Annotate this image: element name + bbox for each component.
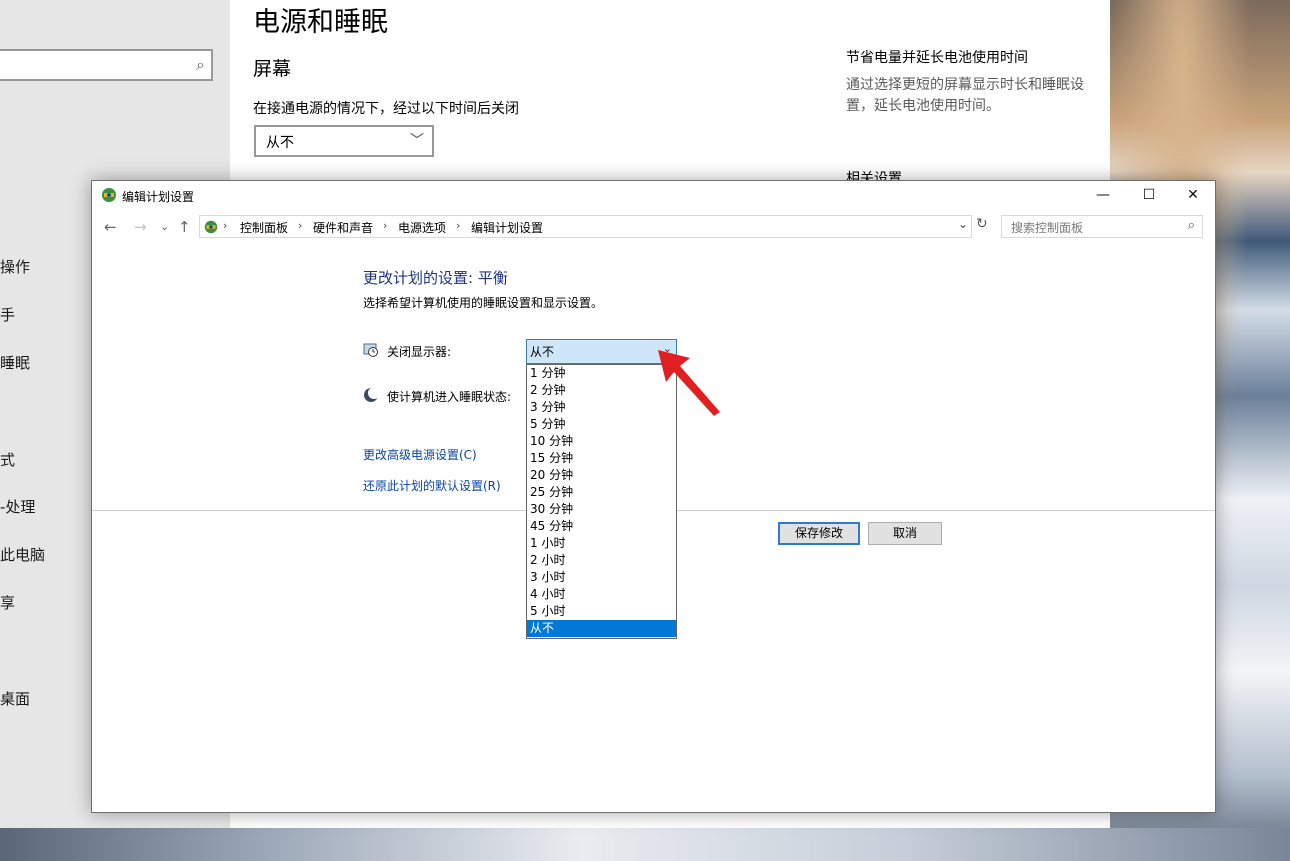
display-off-combobox-value: 从不 bbox=[530, 345, 555, 359]
dropdown-option[interactable]: 3 小时 bbox=[527, 569, 676, 586]
plugged-in-select[interactable]: 从不 ﹀ bbox=[254, 125, 434, 157]
display-clock-icon bbox=[363, 343, 378, 357]
dropdown-option[interactable]: 30 分钟 bbox=[527, 501, 676, 518]
recent-locations-chevron-icon[interactable]: ⌄ bbox=[160, 220, 169, 233]
dropdown-option[interactable]: 15 分钟 bbox=[527, 450, 676, 467]
breadcrumb-separator-icon: › bbox=[298, 219, 303, 232]
address-dropdown-chevron-icon[interactable]: ⌄ bbox=[958, 217, 968, 231]
control-panel-search-input[interactable]: 搜索控制面板 ⌕ bbox=[1001, 215, 1203, 238]
sidebar-item-power-sleep[interactable]: 睡眠 bbox=[0, 352, 30, 373]
chevron-down-icon: ﹀ bbox=[410, 133, 424, 149]
breadcrumb-separator-icon: › bbox=[383, 219, 388, 232]
control-panel-icon bbox=[204, 220, 218, 234]
breadcrumb-separator-icon: › bbox=[223, 219, 228, 232]
annotation-arrow-icon bbox=[658, 350, 720, 416]
breadcrumb-power-options[interactable]: 电源选项 bbox=[398, 219, 446, 236]
display-off-label: 关闭显示器: bbox=[387, 345, 452, 359]
title-bar[interactable]: 编辑计划设置 — ☐ ✕ bbox=[92, 181, 1215, 211]
minimize-button[interactable]: — bbox=[1080, 181, 1126, 211]
dropdown-option[interactable]: 10 分钟 bbox=[527, 433, 676, 450]
close-button[interactable]: ✕ bbox=[1170, 181, 1216, 211]
forward-arrow-icon[interactable]: → bbox=[134, 218, 147, 236]
sidebar-item[interactable]: 操作 bbox=[0, 256, 30, 277]
window-title: 编辑计划设置 bbox=[122, 190, 195, 204]
search-icon: ⌕ bbox=[1187, 218, 1195, 233]
dropdown-option[interactable]: 1 小时 bbox=[527, 535, 676, 552]
side-panel-description: 通过选择更短的屏幕显示时长和睡眠设置，延长电池使用时间。 bbox=[846, 77, 1084, 114]
dropdown-option[interactable]: 20 分钟 bbox=[527, 467, 676, 484]
breadcrumb[interactable]: › 控制面板 › 硬件和声音 › 电源选项 › 编辑计划设置 bbox=[199, 215, 972, 238]
up-arrow-icon[interactable]: ↑ bbox=[178, 218, 191, 236]
dropdown-option[interactable]: 5 小时 bbox=[527, 603, 676, 620]
restore-defaults-link[interactable]: 还原此计划的默认设置(R) bbox=[363, 477, 501, 494]
advanced-power-settings-link[interactable]: 更改高级电源设置(C) bbox=[363, 446, 477, 463]
breadcrumb-separator-icon: › bbox=[456, 219, 461, 232]
dropdown-option-selected[interactable]: 从不 bbox=[527, 620, 676, 637]
dropdown-option[interactable]: 25 分钟 bbox=[527, 484, 676, 501]
plugged-in-label: 在接通电源的情况下，经过以下时间后关闭 bbox=[253, 101, 519, 117]
breadcrumb-edit-plan[interactable]: 编辑计划设置 bbox=[471, 219, 543, 236]
sleep-label: 使计算机进入睡眠状态: bbox=[387, 390, 512, 404]
sidebar-item[interactable]: 手 bbox=[0, 304, 15, 325]
breadcrumb-hardware-sound[interactable]: 硬件和声音 bbox=[313, 219, 373, 236]
settings-search-input[interactable]: ⌕ bbox=[0, 49, 213, 81]
plan-subheading: 选择希望计算机使用的睡眠设置和显示设置。 bbox=[363, 296, 604, 310]
sidebar-item[interactable]: 桌面 bbox=[0, 688, 30, 709]
section-heading-screen: 屏幕 bbox=[253, 58, 292, 80]
search-icon: ⌕ bbox=[196, 55, 205, 74]
sidebar-item[interactable]: -处理 bbox=[0, 496, 35, 517]
page-title: 电源和睡眠 bbox=[253, 7, 388, 38]
maximize-button[interactable]: ☐ bbox=[1126, 181, 1172, 211]
side-panel-title: 节省电量并延长电池使用时间 bbox=[846, 50, 1028, 66]
sidebar-item[interactable]: 式 bbox=[0, 449, 15, 470]
back-arrow-icon[interactable]: ← bbox=[104, 218, 117, 236]
plan-heading: 更改计划的设置: 平衡 bbox=[363, 269, 508, 287]
sidebar-item[interactable]: 此电脑 bbox=[0, 544, 45, 565]
breadcrumb-control-panel[interactable]: 控制面板 bbox=[240, 219, 288, 236]
plugged-in-select-value: 从不 bbox=[266, 135, 294, 151]
search-placeholder: 搜索控制面板 bbox=[1011, 221, 1084, 235]
save-changes-button[interactable]: 保存修改 bbox=[778, 522, 860, 545]
edit-plan-settings-window: 编辑计划设置 — ☐ ✕ ← → ⌄ ↑ › 控制面板 › 硬件和声音 › 电源… bbox=[91, 180, 1216, 813]
refresh-icon[interactable]: ↻ bbox=[976, 216, 988, 232]
sleep-moon-icon bbox=[364, 387, 379, 402]
cancel-button[interactable]: 取消 bbox=[868, 522, 942, 545]
dropdown-option[interactable]: 45 分钟 bbox=[527, 518, 676, 535]
address-bar: ← → ⌄ ↑ › 控制面板 › 硬件和声音 › 电源选项 › 编辑计划设置 ⌄… bbox=[92, 214, 1215, 240]
sidebar-item[interactable]: 享 bbox=[0, 592, 15, 613]
dropdown-option[interactable]: 2 小时 bbox=[527, 552, 676, 569]
desktop-wallpaper-bottom bbox=[0, 828, 1290, 861]
power-options-icon bbox=[102, 188, 116, 202]
dropdown-option[interactable]: 4 小时 bbox=[527, 586, 676, 603]
